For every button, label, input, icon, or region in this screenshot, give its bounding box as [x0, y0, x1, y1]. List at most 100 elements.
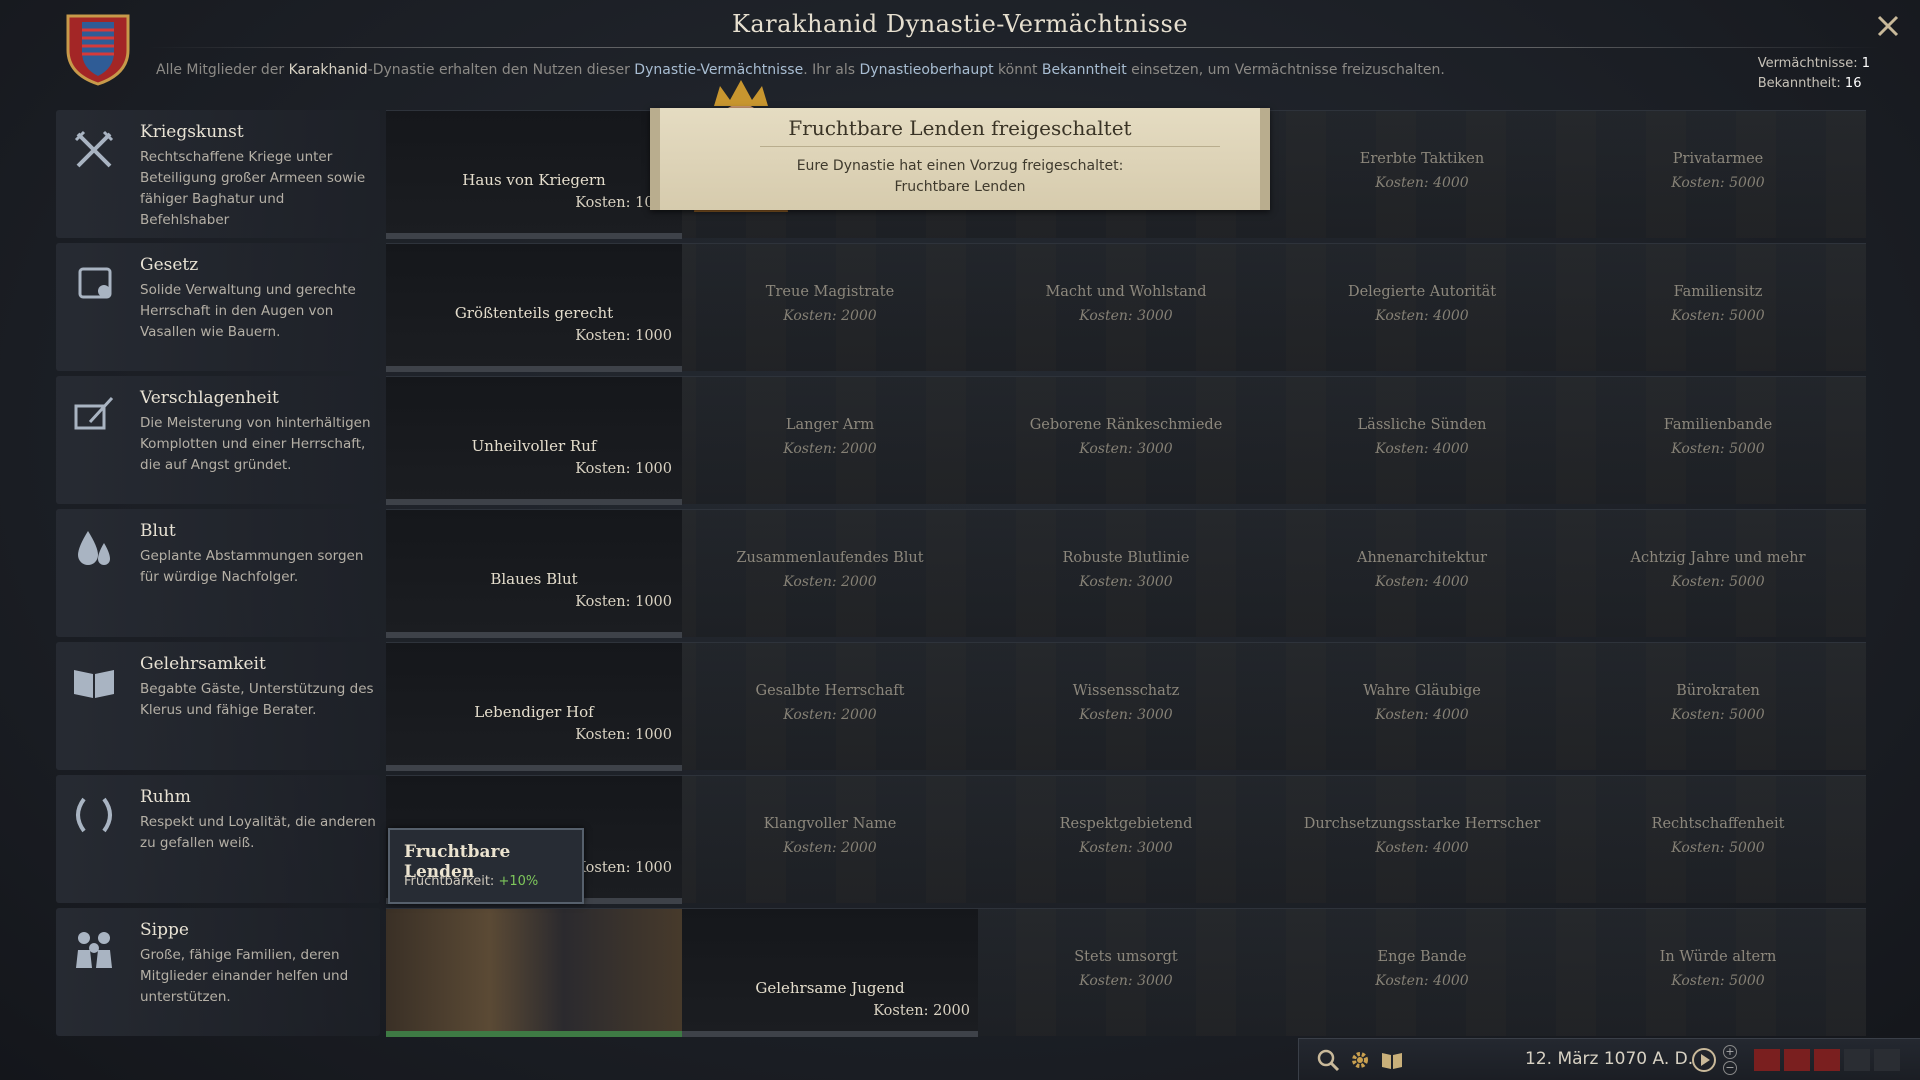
legacy-track-row: Gelehrsame Jugend Kosten: 2000 Stets umsor…: [386, 908, 1866, 1037]
legacy-perk[interactable]: Delegierte Autorität Kosten: 4000: [1274, 244, 1570, 372]
perk-name: Rechtschaffenheit: [1651, 816, 1785, 832]
category-ruhm: Ruhm Respekt und Loyalität, die anderen z…: [56, 775, 380, 903]
intro-part: einsetzen, um Vermächtnisse freizuschalt…: [1126, 62, 1445, 78]
legacy-perk[interactable]: Rechtschaffenheit Kosten: 5000: [1570, 776, 1866, 904]
legacy-perk[interactable]: Privatarmee Kosten: 5000: [1570, 111, 1866, 239]
legacy-perk[interactable]: In Würde altern Kosten: 5000: [1570, 909, 1866, 1037]
legacy-perk[interactable]: Größtenteils gerecht Kosten: 1000: [386, 244, 682, 372]
scroll-icon: [78, 267, 112, 299]
close-button[interactable]: [1872, 10, 1904, 42]
intro-part: könnt: [993, 62, 1042, 78]
legacy-perk[interactable]: Wahre Gläubige Kosten: 4000: [1274, 643, 1570, 771]
legacy-track-row: Lebendiger Hof Kosten: 1000 Gesalbte Herrs…: [386, 642, 1866, 771]
perk-cost: Kosten: 2000: [783, 840, 877, 856]
perk-name: Ahnenarchitektur: [1356, 550, 1488, 566]
perk-name: Bürokraten: [1676, 683, 1760, 699]
banner-perk-name: Fruchtbare Lenden: [894, 179, 1026, 195]
legacy-perk[interactable]: Bürokraten Kosten: 5000: [1570, 643, 1866, 771]
perk-cost: Kosten: 2000: [783, 707, 877, 723]
open-book-icon: [74, 670, 114, 698]
legacy-perk[interactable]: Robuste Blutlinie Kosten: 3000: [978, 510, 1274, 638]
dynasty-head-link[interactable]: Dynastieoberhaupt: [860, 62, 994, 78]
legacy-perk[interactable]: Familienbande Kosten: 5000: [1570, 377, 1866, 505]
legacy-perk[interactable]: Familiensitz Kosten: 5000: [1570, 244, 1866, 372]
renown-count: Bekanntheit: 16: [1758, 74, 1870, 94]
legacy-perk[interactable]: Blaues Blut Kosten: 1000: [386, 510, 682, 638]
perk-cost: Kosten: 3000: [1079, 574, 1173, 590]
legacy-perk[interactable]: Lebendiger Hof Kosten: 1000: [386, 643, 682, 771]
play-icon[interactable]: [1691, 1047, 1717, 1073]
perk-name: Klangvoller Name: [763, 816, 897, 832]
legacy-perk[interactable]: Klangvoller Name Kosten: 2000: [682, 776, 978, 904]
speed-stepper[interactable]: + −: [1723, 1045, 1739, 1075]
perk-cost: Kosten: 5000: [1671, 441, 1765, 457]
category-name: Verschlagenheit: [140, 388, 279, 408]
unlock-banner: Fruchtbare Lenden freigeschaltet Eure Dy…: [650, 108, 1270, 210]
perk-name: Respektgebietend: [1059, 816, 1193, 832]
dynasty-stats: Vermächtnisse: 1 Bekanntheit: 16: [1758, 54, 1870, 94]
perk-cost: Kosten: 2000: [783, 308, 877, 324]
perk-name: Geborene Ränkeschmiede: [1029, 417, 1223, 433]
legacy-perk[interactable]: Haus von Kriegern Kosten: 1000: [386, 111, 682, 239]
legacy-perk[interactable]: Wissensschatz Kosten: 3000: [978, 643, 1274, 771]
speed-bar: [1874, 1049, 1900, 1071]
legacy-perk[interactable]: Treue Magistrate Kosten: 2000: [682, 244, 978, 372]
legacy-perk[interactable]: Ahnenarchitektur Kosten: 4000: [1274, 510, 1570, 638]
perk-name: Familiensitz: [1673, 284, 1763, 300]
legacy-perk[interactable]: Ererbte Taktiken Kosten: 4000: [1274, 111, 1570, 239]
perk-cost: Kosten: 3000: [1079, 441, 1173, 457]
perk-name: Stets umsorgt: [1074, 949, 1178, 965]
speed-down-icon[interactable]: −: [1723, 1061, 1737, 1075]
perk-name: Durchsetzungsstarke Herrscher: [1303, 816, 1541, 832]
tooltip-effect: Fruchtbarkeit: +10%: [404, 874, 538, 889]
category-description: Große, fähige Familien, deren Mitglieder…: [140, 947, 349, 1005]
legacy-perk[interactable]: Gelehrsame Jugend Kosten: 2000: [682, 909, 978, 1037]
legacy-perk[interactable]: Durchsetzungsstarke Herrscher Kosten: 400…: [1274, 776, 1570, 904]
legacy-perk[interactable]: Unheilvoller Ruf Kosten: 1000: [386, 377, 682, 505]
legacies-window: Karakhanid Dynastie-Vermächtnisse Alle M…: [0, 0, 1920, 1080]
magnifier-icon[interactable]: [1315, 1047, 1341, 1073]
perk-name: Familienbande: [1663, 417, 1773, 433]
perk-cost: Kosten: 4000: [1375, 441, 1469, 457]
perk-cost: Kosten: 4000: [1375, 707, 1469, 723]
speed-bar: [1754, 1049, 1780, 1071]
category-blut: Blut Geplante Abstammungen sorgen für wür…: [56, 509, 380, 637]
legacy-perk[interactable]: Enge Bande Kosten: 4000: [1274, 909, 1570, 1037]
crossed-swords-icon: [74, 130, 114, 168]
renown-value: 16: [1844, 76, 1862, 91]
intro-part: . Ihr als: [803, 62, 860, 78]
dynasty-name: Karakhanid: [288, 62, 368, 78]
perk-cost: Kosten: 3000: [1079, 840, 1173, 856]
legacy-perk[interactable]: Macht und Wohlstand Kosten: 3000: [978, 244, 1274, 372]
banner-divider: [760, 146, 1220, 147]
renown-link[interactable]: Bekanntheit: [1042, 62, 1127, 78]
category-name: Kriegskunst: [140, 122, 244, 142]
perk-cost: Kosten: 5000: [1671, 574, 1765, 590]
legacy-perk[interactable]: Stets umsorgt Kosten: 3000: [978, 909, 1274, 1037]
perk-name: Wahre Gläubige: [1363, 683, 1481, 699]
gear-icon[interactable]: [1347, 1047, 1373, 1073]
bottom-bar: 12. März 1070 A. D. + −: [1298, 1038, 1920, 1080]
speed-up-icon[interactable]: +: [1723, 1045, 1737, 1059]
perk-cost: Kosten: 2000: [873, 1003, 970, 1019]
category-name: Ruhm: [140, 787, 191, 807]
legacy-perk[interactable]: Langer Arm Kosten: 2000: [682, 377, 978, 505]
intro-part: -Dynastie erhalten den Nutzen dieser: [367, 62, 635, 78]
legacy-perk[interactable]: Achtzig Jahre und mehr Kosten: 5000: [1570, 510, 1866, 638]
perk-cost: Kosten: 4000: [1375, 308, 1469, 324]
book-icon[interactable]: [1379, 1047, 1405, 1073]
legacy-perk[interactable]: Lässliche Sünden Kosten: 4000: [1274, 377, 1570, 505]
perk-cost: Kosten: 4000: [1375, 973, 1469, 989]
perk-cost: Kosten: 1000: [575, 461, 672, 477]
category-name: Blut: [140, 521, 176, 541]
perk-name: Blaues Blut: [490, 570, 578, 588]
legacy-perk[interactable]: [386, 909, 682, 1037]
legacy-perk[interactable]: Gesalbte Herrschaft Kosten: 2000: [682, 643, 978, 771]
speed-indicator[interactable]: [1754, 1049, 1900, 1071]
legacy-perk[interactable]: Zusammenlaufendes Blut Kosten: 2000: [682, 510, 978, 638]
laurel-wreath-icon: [76, 797, 112, 833]
legacy-perk[interactable]: Geborene Ränkeschmiede Kosten: 3000: [978, 377, 1274, 505]
perk-cost: Kosten: 5000: [1671, 175, 1765, 191]
speed-bar: [1814, 1049, 1840, 1071]
legacy-perk[interactable]: Respektgebietend Kosten: 3000: [978, 776, 1274, 904]
